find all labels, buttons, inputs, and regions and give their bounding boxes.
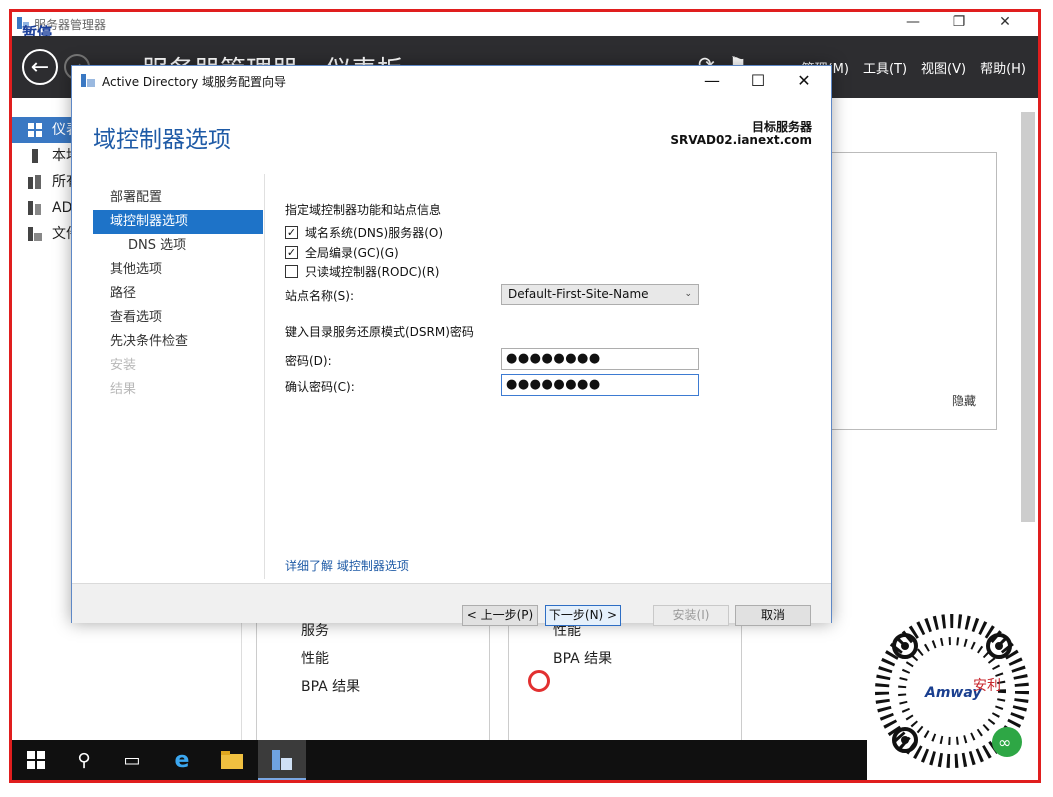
step-dns-options[interactable]: DNS 选项	[93, 234, 263, 258]
checkbox-checked-icon[interactable]: ✓	[285, 226, 298, 239]
restore-button[interactable]: ❐	[936, 14, 982, 30]
menu-help[interactable]: 帮助(H)	[980, 58, 1026, 77]
page-title: 域控制器选项	[93, 127, 231, 153]
next-button[interactable]: 下一步(N) >	[545, 605, 621, 626]
hide-link[interactable]: 隐藏	[952, 392, 976, 409]
role-tile-left: 服务 性能 BPA 结果	[256, 610, 490, 750]
dialog-titlebar: Active Directory 域服务配置向导 — ☐ ✕	[72, 66, 831, 96]
password-field[interactable]: ●●●●●●●●	[501, 348, 699, 370]
menu-view[interactable]: 视图(V)	[921, 58, 966, 77]
step-paths[interactable]: 路径	[93, 282, 263, 306]
target-server-name: SRVAD02.ianext.com	[670, 133, 812, 147]
dns-server-checkbox[interactable]: ✓ 域名系统(DNS)服务器(O)	[285, 224, 443, 241]
password-label: 密码(D):	[285, 354, 332, 368]
menu-bar: 管理(M) 工具(T) 视图(V) 帮助(H)	[802, 58, 1026, 77]
tile-item-bpa[interactable]: BPA 结果	[301, 676, 360, 696]
back-arrow-icon[interactable]: ←	[22, 49, 58, 85]
svg-text:∞: ∞	[998, 733, 1011, 752]
checkbox-label: 只读域控制器(RODC)(R)	[305, 265, 440, 279]
step-review-options[interactable]: 查看选项	[93, 306, 263, 330]
dialog-maximize-button[interactable]: ☐	[735, 68, 781, 94]
vertical-scrollbar[interactable]	[1021, 112, 1035, 522]
checkbox-label: 域名系统(DNS)服务器(O)	[305, 226, 444, 240]
step-additional-options[interactable]: 其他选项	[93, 258, 263, 282]
server-manager-taskbar-app[interactable]	[258, 740, 306, 780]
dialog-window-controls: — ☐ ✕	[689, 68, 827, 94]
search-icon[interactable]: ⚲	[70, 746, 98, 774]
confirm-password-field[interactable]: ●●●●●●●●	[501, 374, 699, 396]
previous-button[interactable]: < 上一步(P)	[462, 605, 538, 626]
minimize-button[interactable]: —	[890, 14, 936, 30]
mouse-cursor-highlight	[528, 670, 550, 692]
checkbox-checked-icon[interactable]: ✓	[285, 246, 298, 259]
confirm-password-label: 确认密码(C):	[285, 380, 355, 394]
checkbox-unchecked-icon[interactable]	[285, 265, 298, 278]
tile-item-services[interactable]: 服务	[301, 620, 329, 640]
tile-item-bpa[interactable]: BPA 结果	[553, 648, 612, 668]
servers-icon	[28, 175, 41, 189]
steps-divider	[264, 174, 265, 579]
dashboard-icon	[28, 123, 42, 137]
install-button[interactable]: 安装(I)	[653, 605, 729, 626]
cancel-button[interactable]: 取消	[735, 605, 811, 626]
file-explorer-icon[interactable]	[218, 746, 246, 774]
internet-explorer-icon[interactable]: e	[168, 746, 196, 774]
step-deployment-config[interactable]: 部署配置	[93, 186, 263, 210]
window-controls: — ❐ ✕	[890, 14, 1028, 30]
wizard-app-icon	[81, 74, 95, 87]
dialog-footer: < 上一步(P) 下一步(N) > 安装(I) 取消	[72, 583, 831, 626]
task-view-icon[interactable]: ▭	[118, 746, 146, 774]
server-icon	[32, 149, 38, 163]
close-button[interactable]: ✕	[982, 14, 1028, 30]
screen: 服务器管理器 — ❐ ✕ 暂停 ← → 服务器管理器 › 仪表板 ⟳ ⚑ 管理(…	[12, 12, 1038, 780]
ad-ds-config-wizard: Active Directory 域服务配置向导 — ☐ ✕ 域控制器选项 目标…	[71, 65, 832, 626]
frame: 服务器管理器 — ❐ ✕ 暂停 ← → 服务器管理器 › 仪表板 ⟳ ⚑ 管理(…	[0, 0, 1053, 797]
checkbox-label: 全局编录(GC)(G)	[305, 246, 399, 260]
section-title: 指定域控制器功能和站点信息	[285, 203, 442, 217]
qr-code-image: Amway 安利 ∞	[867, 602, 1038, 780]
dialog-title: Active Directory 域服务配置向导	[102, 75, 287, 89]
step-results: 结果	[110, 382, 137, 397]
global-catalog-checkbox[interactable]: ✓ 全局编录(GC)(G)	[285, 244, 399, 261]
dialog-minimize-button[interactable]: —	[689, 68, 735, 94]
server-manager-icon	[272, 750, 292, 770]
tile-item-performance[interactable]: 性能	[301, 648, 329, 668]
step-prerequisites-check[interactable]: 先决条件检查	[93, 330, 263, 354]
step-installation: 安装	[110, 358, 137, 373]
learn-more-link[interactable]: 详细了解 域控制器选项	[285, 557, 409, 574]
site-name-value: Default-First-Site-Name	[508, 287, 649, 301]
dialog-close-button[interactable]: ✕	[781, 68, 827, 94]
rodc-checkbox[interactable]: 只读域控制器(RODC)(R)	[285, 263, 439, 280]
svg-text:安利: 安利	[973, 678, 1001, 694]
chevron-down-icon: ⌄	[684, 289, 692, 299]
step-dc-options[interactable]: 域控制器选项	[93, 210, 263, 234]
site-name-label: 站点名称(S):	[285, 289, 355, 303]
server-manager-titlebar: 服务器管理器 — ❐ ✕	[12, 12, 1038, 36]
ad-ds-icon	[28, 201, 41, 215]
site-name-dropdown[interactable]: Default-First-Site-Name ⌄	[501, 284, 699, 305]
file-storage-icon	[28, 227, 42, 241]
dsrm-title: 键入目录服务还原模式(DSRM)密码	[285, 325, 474, 339]
windows-start-icon[interactable]	[22, 746, 50, 774]
menu-tools[interactable]: 工具(T)	[863, 58, 907, 77]
